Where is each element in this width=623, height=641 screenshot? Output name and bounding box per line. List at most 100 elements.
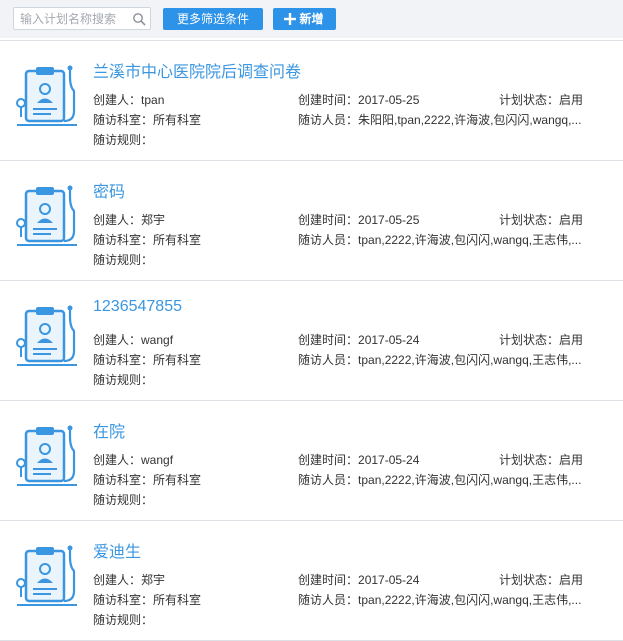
department-label: 随访科室： [93, 593, 154, 607]
staff-label: 随访人员： [298, 233, 359, 247]
staff-value: tpan,2222,许海波,包闪闪,wangq,王志伟,... [358, 233, 582, 247]
creator-label: 创建人： [93, 573, 142, 587]
status-value: 启用 [559, 573, 584, 587]
created-time-label: 创建时间： [298, 93, 359, 107]
plan-status: 计划状态：启用 [499, 331, 583, 348]
creator-value: tpan [141, 93, 165, 107]
plan-staff: 随访人员：tpan,2222,许海波,包闪闪,wangq,王志伟,... [298, 471, 588, 488]
plan-list: 兰溪市中心医院院后调查问卷 创建人：tpan 随访科室：所有科室 随访规则： 创… [0, 40, 623, 641]
plan-staff: 随访人员：朱阳阳,tpan,2222,许海波,包闪闪,wangq,... [298, 111, 588, 128]
plan-list-item[interactable]: 爱迪生 创建人：郑宇 随访科室：所有科室 随访规则： 创建时间：2017-05-… [0, 521, 623, 641]
plan-title[interactable]: 爱迪生 [93, 538, 141, 562]
created-time-value: 2017-05-24 [358, 453, 420, 467]
search-icon[interactable] [132, 12, 146, 26]
rule-label: 随访规则： [93, 133, 154, 147]
status-value: 启用 [559, 93, 584, 107]
department-value: 所有科室 [153, 473, 202, 487]
staff-label: 随访人员： [298, 593, 359, 607]
search-box[interactable] [13, 7, 151, 30]
department-label: 随访科室： [93, 473, 154, 487]
rule-label: 随访规则： [93, 493, 154, 507]
status-label: 计划状态： [499, 453, 560, 467]
plan-list-item[interactable]: 在院 创建人：wangf 随访科室：所有科室 随访规则： 创建时间：2017-0… [0, 401, 623, 521]
plan-list-item[interactable]: 密码 创建人：郑宇 随访科室：所有科室 随访规则： 创建时间：2017-05-2… [0, 161, 623, 281]
plan-creator: 创建人：郑宇 [93, 211, 165, 228]
plan-created-time: 创建时间：2017-05-24 [298, 571, 419, 588]
plan-staff: 随访人员：tpan,2222,许海波,包闪闪,wangq,王志伟,... [298, 591, 588, 608]
status-value: 启用 [559, 453, 584, 467]
plan-title[interactable]: 在院 [93, 418, 125, 442]
staff-label: 随访人员： [298, 473, 359, 487]
clipboard-stethoscope-icon [16, 545, 77, 606]
created-time-label: 创建时间： [298, 333, 359, 347]
plan-department: 随访科室：所有科室 [93, 471, 201, 488]
plan-rule: 随访规则： [93, 611, 153, 628]
search-input[interactable] [14, 8, 130, 29]
plan-status: 计划状态：启用 [499, 451, 583, 468]
plan-rule: 随访规则： [93, 131, 153, 148]
created-time-value: 2017-05-25 [358, 213, 420, 227]
plan-status: 计划状态：启用 [499, 211, 583, 228]
department-value: 所有科室 [153, 353, 202, 367]
status-value: 启用 [559, 213, 584, 227]
plan-created-time: 创建时间：2017-05-25 [298, 91, 419, 108]
creator-label: 创建人： [93, 453, 142, 467]
department-value: 所有科室 [153, 113, 202, 127]
creator-value: wangf [141, 453, 174, 467]
more-filters-button[interactable]: 更多筛选条件 [163, 8, 263, 30]
plan-status: 计划状态：启用 [499, 91, 583, 108]
plan-rule: 随访规则： [93, 371, 153, 388]
staff-value: 朱阳阳,tpan,2222,许海波,包闪闪,wangq,... [358, 113, 582, 127]
staff-label: 随访人员： [298, 353, 359, 367]
status-label: 计划状态： [499, 573, 560, 587]
clipboard-stethoscope-icon [16, 305, 77, 366]
plan-staff: 随访人员：tpan,2222,许海波,包闪闪,wangq,王志伟,... [298, 351, 588, 368]
plan-title[interactable]: 兰溪市中心医院院后调查问卷 [93, 58, 301, 82]
creator-value: wangf [141, 333, 174, 347]
plan-rule: 随访规则： [93, 251, 153, 268]
plan-status: 计划状态：启用 [499, 571, 583, 588]
department-value: 所有科室 [153, 233, 202, 247]
plus-icon [284, 13, 296, 25]
rule-label: 随访规则： [93, 253, 154, 267]
add-button-label: 新增 [299, 12, 324, 26]
created-time-label: 创建时间： [298, 213, 359, 227]
plan-title[interactable]: 密码 [93, 178, 125, 202]
clipboard-stethoscope-icon [16, 425, 77, 486]
plan-department: 随访科室：所有科室 [93, 351, 201, 368]
created-time-value: 2017-05-24 [358, 573, 420, 587]
rule-label: 随访规则： [93, 373, 154, 387]
plan-creator: 创建人：tpan [93, 91, 164, 108]
clipboard-stethoscope-icon [16, 185, 77, 246]
rule-label: 随访规则： [93, 613, 154, 627]
created-time-label: 创建时间： [298, 573, 359, 587]
department-label: 随访科室： [93, 113, 154, 127]
status-value: 启用 [559, 333, 584, 347]
plan-creator: 创建人：wangf [93, 451, 173, 468]
plan-list-item[interactable]: 1236547855 创建人：wangf 随访科室：所有科室 随访规则： 创建时… [0, 281, 623, 401]
staff-value: tpan,2222,许海波,包闪闪,wangq,王志伟,... [358, 473, 582, 487]
status-label: 计划状态： [499, 213, 560, 227]
plan-created-time: 创建时间：2017-05-25 [298, 211, 419, 228]
toolbar: 更多筛选条件 新增 [0, 0, 623, 38]
creator-value: 郑宇 [141, 573, 166, 587]
plan-rule: 随访规则： [93, 491, 153, 508]
add-plan-button[interactable]: 新增 [273, 8, 336, 30]
creator-label: 创建人： [93, 333, 142, 347]
staff-value: tpan,2222,许海波,包闪闪,wangq,王志伟,... [358, 353, 582, 367]
created-time-value: 2017-05-25 [358, 93, 420, 107]
plan-created-time: 创建时间：2017-05-24 [298, 331, 419, 348]
plan-creator: 创建人：郑宇 [93, 571, 165, 588]
staff-value: tpan,2222,许海波,包闪闪,wangq,王志伟,... [358, 593, 582, 607]
plan-list-item[interactable]: 兰溪市中心医院院后调查问卷 创建人：tpan 随访科室：所有科室 随访规则： 创… [0, 41, 623, 161]
plan-department: 随访科室：所有科室 [93, 231, 201, 248]
status-label: 计划状态： [499, 333, 560, 347]
plan-title[interactable]: 1236547855 [93, 298, 182, 316]
created-time-value: 2017-05-24 [358, 333, 420, 347]
plan-department: 随访科室：所有科室 [93, 591, 201, 608]
plan-creator: 创建人：wangf [93, 331, 173, 348]
department-value: 所有科室 [153, 593, 202, 607]
creator-label: 创建人： [93, 93, 142, 107]
status-label: 计划状态： [499, 93, 560, 107]
created-time-label: 创建时间： [298, 453, 359, 467]
